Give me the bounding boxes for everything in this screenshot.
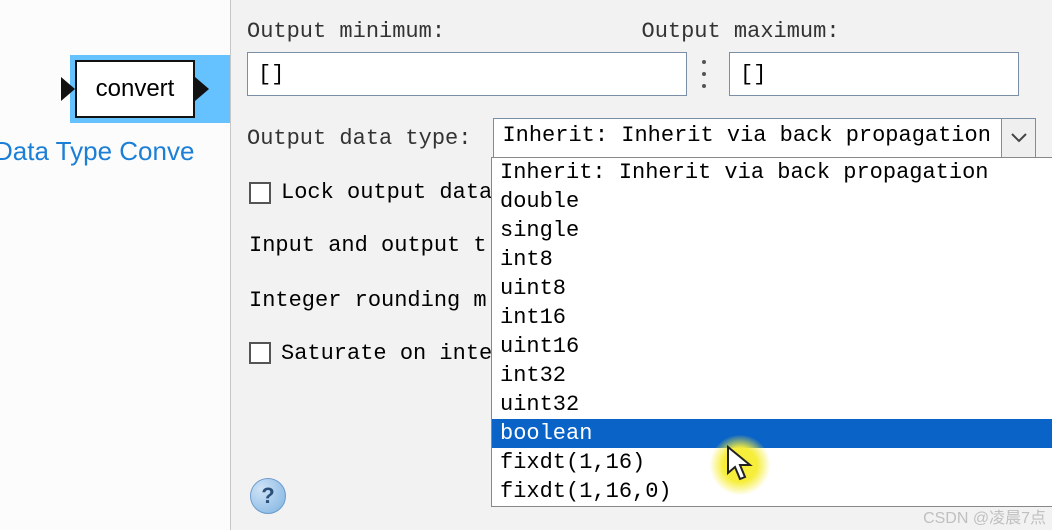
- dropdown-item[interactable]: uint8: [492, 274, 1052, 303]
- lock-output-data-label: Lock output data: [281, 180, 492, 205]
- dropdown-item[interactable]: double: [492, 187, 1052, 216]
- dropdown-item[interactable]: boolean: [492, 419, 1052, 448]
- dropdown-item[interactable]: uint16: [492, 332, 1052, 361]
- parameters-group-label: Parameters: [255, 0, 1036, 5]
- lock-output-data-checkbox[interactable]: Lock output data: [249, 180, 492, 205]
- canvas-block: convert Data Type Conve: [0, 60, 230, 167]
- more-button[interactable]: [697, 54, 711, 94]
- output-data-type-dropdown[interactable]: Inherit: Inherit via back propagationdou…: [491, 157, 1052, 507]
- block-caption[interactable]: Data Type Conve: [0, 136, 230, 167]
- dropdown-item[interactable]: Inherit: Inherit via back propagation: [492, 158, 1052, 187]
- output-data-type-label: Output data type:: [247, 126, 471, 151]
- dropdown-item[interactable]: fixdt(1,16): [492, 448, 1052, 477]
- integer-rounding-label: Integer rounding m: [249, 288, 487, 313]
- output-data-type-combo[interactable]: Inherit: Inherit via back propagation: [493, 118, 1036, 158]
- dropdown-item[interactable]: single: [492, 216, 1052, 245]
- output-data-type-selected: Inherit: Inherit via back propagation: [494, 119, 1001, 157]
- saturate-checkbox[interactable]: Saturate on inte: [249, 341, 492, 366]
- dropdown-item[interactable]: int32: [492, 361, 1052, 390]
- output-maximum-input[interactable]: [729, 52, 1019, 96]
- dropdown-item[interactable]: uint32: [492, 390, 1052, 419]
- help-button[interactable]: ?: [250, 478, 286, 514]
- checkbox-icon: [249, 342, 271, 364]
- dropdown-item[interactable]: fixdt(1,16,0): [492, 477, 1052, 506]
- output-minimum-label: Output minimum:: [247, 19, 632, 44]
- chevron-down-icon[interactable]: [1001, 119, 1035, 157]
- output-maximum-label: Output maximum:: [642, 19, 1027, 44]
- block-label: convert: [96, 75, 175, 103]
- outport-icon: [195, 77, 209, 101]
- watermark: CSDN @凌晨7点: [923, 504, 1046, 528]
- saturate-label: Saturate on inte: [281, 341, 492, 366]
- output-minimum-input[interactable]: [247, 52, 687, 96]
- input-output-equal-rwv-label: Input and output t: [249, 233, 487, 258]
- data-type-conversion-block[interactable]: convert: [75, 60, 195, 118]
- block-parameters-dialog: Parameters Output minimum: Output maximu…: [230, 0, 1052, 530]
- inport-icon: [61, 77, 75, 101]
- checkbox-icon: [249, 182, 271, 204]
- dropdown-item[interactable]: int16: [492, 303, 1052, 332]
- dropdown-item[interactable]: int8: [492, 245, 1052, 274]
